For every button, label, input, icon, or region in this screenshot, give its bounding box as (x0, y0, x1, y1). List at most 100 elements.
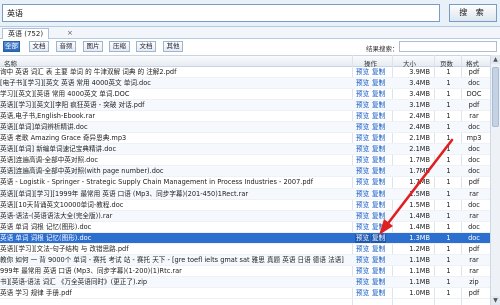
table-row[interactable]: 英语][10天背诵英文10000单词-教程.doc 预览 复制 1.5MB 1 doc (0, 200, 490, 211)
table-row[interactable]: 英语]连遍高调-全部中英对照(with page number).doc 预览 复制… (0, 166, 490, 178)
table-row[interactable]: 英语,电子书,English-Ebook.rar 预览 复制 2.4MB 1 rar (0, 111, 490, 123)
tab-strip: 英语 (752) × (0, 27, 500, 39)
copy-link[interactable]: 复制 (372, 79, 385, 88)
filter-document-button[interactable]: 文档 (29, 41, 49, 52)
file-name: 英语][单词][学习][1999年 最常用 英语 口语 (Mp3、同步字幕)(2… (0, 189, 249, 198)
filter-audio-button[interactable]: 音频 (56, 41, 76, 52)
preview-link[interactable]: 预览 (356, 79, 369, 88)
result-search-input[interactable] (399, 41, 497, 52)
preview-link[interactable]: 预览 (356, 101, 369, 110)
preview-link[interactable]: 预览 (356, 112, 369, 121)
file-name: 英语]连遍高调-全部中英对照(with page number).doc (0, 167, 164, 176)
search-input[interactable] (2, 4, 440, 22)
file-size: 3.9MB (409, 68, 430, 76)
copy-link[interactable]: 复制 (372, 112, 385, 121)
file-format: DOC (466, 90, 482, 99)
table-row[interactable]: 英语][单词] 新编单词速记宝典精讲.doc 预览 复制 2.1MB 1 doc (0, 144, 490, 156)
table-row[interactable]: 英语][单词][学习][1999年 最常用 英语 口语 (Mp3、同步字幕)(2… (0, 188, 490, 200)
preview-link[interactable]: 预览 (356, 90, 369, 99)
filter-all-button[interactable]: 全部 (3, 41, 20, 52)
table-row[interactable]: 询中 英语 词汇 表 主要 单词 的 牛津双解 词典 的 注解2.pdf 预览 复制… (0, 67, 490, 79)
table-row[interactable]: [电子书][学习][英文 英语 常用 4000英文 单词.doc 预览 复制 3.4M… (0, 78, 490, 90)
page-count: 1 (446, 233, 451, 242)
copy-link[interactable]: 复制 (372, 68, 385, 77)
copy-link[interactable]: 复制 (372, 156, 385, 165)
table-row[interactable]: 英语 学习 规律 手册.pdf 预览 复制 1.0MB 1 pdf (0, 288, 490, 299)
search-button[interactable]: 搜 索 (449, 4, 497, 22)
preview-link[interactable]: 预览 (356, 123, 369, 132)
preview-link[interactable]: 预览 (356, 190, 369, 199)
file-format: rar (469, 266, 479, 275)
preview-link[interactable]: 预览 (356, 245, 369, 254)
table-row[interactable]: 英语][学习][英文][李阳 疯狂英语 - 突破 对话.pdf 预览 复制 3.1MB… (0, 100, 490, 112)
copy-link[interactable]: 复制 (371, 233, 387, 243)
table-row[interactable]: 英语][单词]单词辨析精讲.doc 预览 复制 2.4MB 1 doc (0, 122, 490, 134)
preview-link[interactable]: 预览 (356, 267, 369, 276)
copy-link[interactable]: 复制 (372, 145, 385, 154)
table-row[interactable]: 英语]连遍高调-全部中英对照.doc 预览 复制 1.7MB 1 doc (0, 155, 490, 167)
copy-link[interactable]: 复制 (372, 90, 385, 99)
page-count: 1 (446, 189, 451, 198)
copy-link[interactable]: 复制 (372, 212, 385, 221)
copy-link[interactable]: 复制 (372, 289, 385, 298)
file-size: 1.1MB (409, 266, 430, 275)
scroll-up-icon[interactable]: ▲ (491, 55, 500, 64)
preview-link[interactable]: 预览 (356, 256, 369, 265)
preview-link[interactable]: 预览 (356, 68, 369, 77)
preview-link[interactable]: 预览 (356, 156, 369, 165)
table-row[interactable]: 999年 最常用 英语 口语 (Mp3、同步字幕)(1-200)(1)Rtc.r… (0, 266, 490, 277)
preview-link[interactable]: 预览 (356, 134, 369, 143)
file-size: 2.1MB (409, 145, 430, 154)
file-format: doc (468, 145, 480, 154)
copy-link[interactable]: 复制 (372, 167, 385, 176)
copy-link[interactable]: 复制 (372, 256, 385, 265)
preview-link[interactable]: 预览 (356, 145, 369, 154)
file-format: doc (468, 200, 480, 209)
preview-link[interactable]: 预览 (356, 223, 369, 232)
file-size: 1.0MB (409, 288, 430, 297)
copy-link[interactable]: 复制 (372, 278, 385, 287)
preview-link[interactable]: 预览 (356, 167, 369, 176)
file-format: doc (468, 233, 480, 242)
copy-link[interactable]: 复制 (372, 223, 385, 232)
table-row[interactable]: 学习][英文][英语 常用 4000英文 单词.DOC 预览 复制 3.4MB 1 DOC (0, 89, 490, 101)
filter-other-button[interactable]: 其他 (163, 41, 183, 52)
preview-link[interactable]: 预览 (356, 178, 369, 187)
file-size: 1.2MB (409, 244, 430, 253)
scroll-down-icon[interactable]: ▼ (491, 296, 500, 305)
filter-image-button[interactable]: 图片 (83, 41, 103, 52)
table-row[interactable]: 英语 单词 词根 记忆(图形).doc 预览 复制 1.4MB 1 doc (0, 222, 490, 233)
filter-archive-button[interactable]: 压缩 (109, 41, 130, 52)
preview-link[interactable]: 预览 (356, 201, 369, 210)
copy-link[interactable]: 复制 (372, 101, 385, 110)
page-count: 1 (446, 178, 451, 187)
file-name: 学习][英文][英语 常用 4000英文 单词.DOC (0, 90, 130, 99)
copy-link[interactable]: 复制 (372, 123, 385, 132)
table-row[interactable]: 教你 如何 一 背 9000个 单词 - 赛托 考试 站 - 赛托 天下 - [… (0, 254, 490, 266)
file-size: 1.5MB (409, 189, 430, 198)
table-row[interactable]: 英语 老歌 Amazing Grace 奇异恩典.mp3 预览 复制 2.1MB 1 mp… (0, 133, 490, 145)
preview-link[interactable]: 预览 (356, 278, 369, 287)
tab-search-results[interactable]: 英语 (752) (2, 28, 50, 39)
file-name: 英语 老歌 Amazing Grace 奇异恩典.mp3 (0, 134, 127, 143)
table-row[interactable]: 英语 单词 词根 记忆(图形).doc 预览 复制 1.3MB 1 doc (0, 232, 490, 244)
page-count: 1 (446, 222, 451, 231)
copy-link[interactable]: 复制 (372, 190, 385, 199)
table-row[interactable]: 英语 - Logistik - Springer - Strategic Sup… (0, 177, 490, 189)
table-row[interactable]: 英语][学习][文法-句子结构 与 改错思路.pdf 预览 复制 1.2MB 1 pdf (0, 244, 490, 255)
table-row[interactable]: 书][英语-语法 词汇 《万全英语同时》(更正了).zip 预览 复制 1.1MB 1 z… (0, 276, 490, 288)
page-count: 1 (446, 244, 451, 253)
filter-document2-button[interactable]: 文档 (136, 41, 156, 52)
table-row[interactable]: 英语-语法-(英语语法大全(完全版)).rar 预览 复制 1.4MB 1 rar (0, 210, 490, 222)
copy-link[interactable]: 复制 (372, 134, 385, 143)
preview-link[interactable]: 预览 (355, 233, 371, 243)
vertical-scrollbar[interactable]: ▲ ▼ (490, 55, 500, 305)
copy-link[interactable]: 复制 (372, 267, 385, 276)
copy-link[interactable]: 复制 (372, 245, 385, 254)
tab-close-icon[interactable]: × (67, 29, 73, 37)
preview-link[interactable]: 预览 (356, 212, 369, 221)
copy-link[interactable]: 复制 (372, 201, 385, 210)
preview-link[interactable]: 预览 (356, 289, 369, 298)
copy-link[interactable]: 复制 (372, 178, 385, 187)
scrollbar-thumb[interactable] (492, 67, 499, 127)
